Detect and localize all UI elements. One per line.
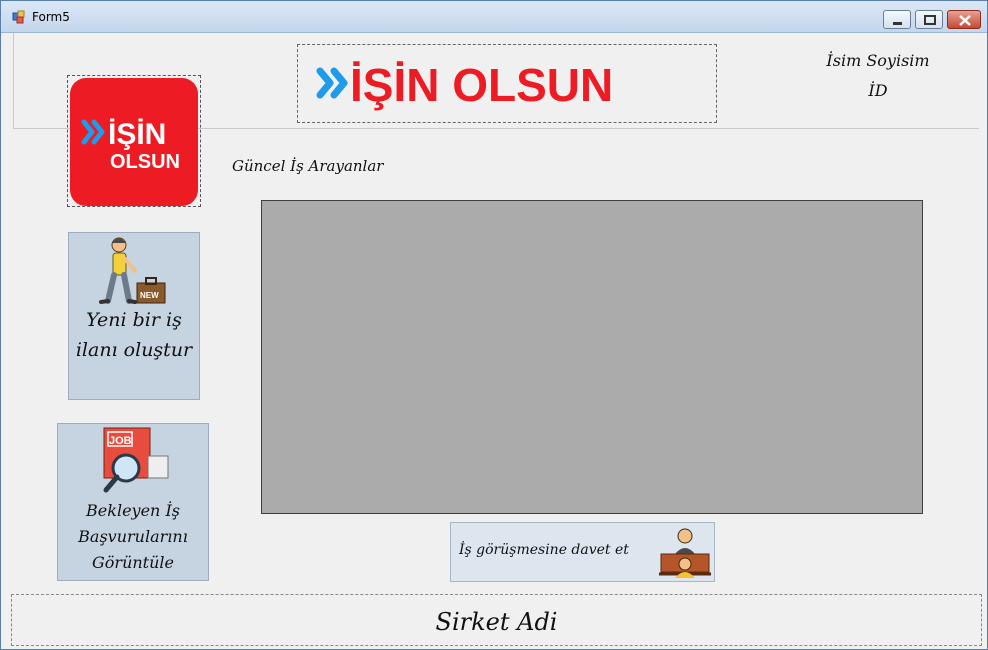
square-logo-line1: İŞİN: [108, 118, 166, 151]
minimize-icon: [893, 22, 902, 25]
view-pending-applications-button[interactable]: JOB Bekleyen İş Başvurularını Görüntüle: [57, 423, 209, 581]
title-bar[interactable]: Form5: [1, 1, 987, 33]
banner-logo-icon: İŞİN OLSUN: [316, 59, 613, 111]
invite-interview-label: İş görüşmesine davet et: [459, 542, 629, 558]
job-seekers-grid[interactable]: [261, 200, 923, 514]
view-pending-applications-label: Bekleyen İş Başvurularını Görüntüle: [78, 501, 188, 572]
user-name-label: İsim Soyisim: [826, 51, 930, 70]
form-client-area: İŞİN OLSUN İŞİN OLSUN İsim Soyisim İD Gü…: [8, 33, 982, 646]
banner-logo-text: İŞİN OLSUN: [350, 59, 613, 111]
user-id-label: İD: [868, 81, 888, 100]
close-icon: [959, 15, 971, 26]
invite-interview-button[interactable]: İş görüşmesine davet et: [450, 522, 715, 582]
create-job-listing-button[interactable]: NEW Yeni bir iş ilanı oluştur: [68, 232, 200, 400]
company-name-label: Sirket Adi: [435, 608, 558, 636]
interview-icon: [659, 528, 711, 578]
close-button[interactable]: [947, 10, 981, 29]
footer-panel: Sirket Adi: [11, 594, 982, 646]
brand-logo-icon: İŞİN OLSUN: [70, 78, 198, 206]
window-title: Form5: [32, 10, 70, 24]
new-badge: NEW: [140, 291, 159, 300]
square-logo-line2: OLSUN: [110, 151, 180, 173]
logo-banner[interactable]: İŞİN OLSUN: [297, 44, 717, 123]
maximize-icon: [924, 15, 936, 25]
logo-square[interactable]: İŞİN OLSUN: [67, 75, 201, 207]
minimize-button[interactable]: [883, 10, 911, 29]
create-job-listing-label: Yeni bir iş ilanı oluştur: [75, 309, 193, 361]
job-seeker-icon: NEW: [99, 237, 166, 304]
app-window: Form5 İŞİN OLSUN İŞİN OLSUN İsim Soyisim…: [0, 0, 988, 650]
maximize-button[interactable]: [915, 10, 943, 29]
job-search-icon: JOB: [103, 427, 169, 493]
app-icon: [12, 10, 25, 24]
section-title: Güncel İş Arayanlar: [232, 157, 384, 175]
job-badge: JOB: [109, 435, 132, 447]
